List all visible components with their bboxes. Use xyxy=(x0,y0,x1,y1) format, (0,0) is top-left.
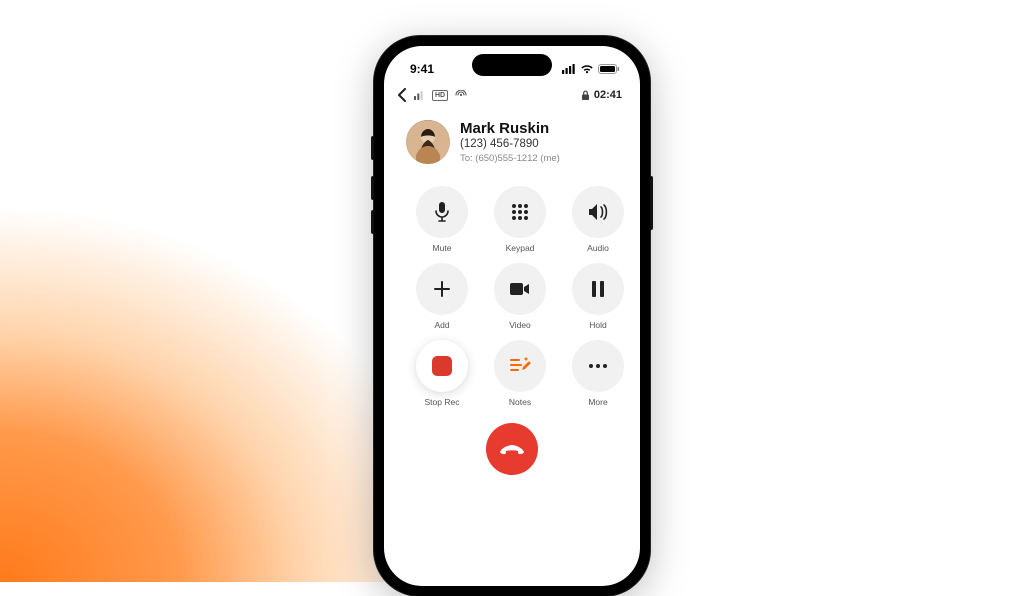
notes-icon xyxy=(509,356,531,376)
add-button[interactable] xyxy=(416,263,468,315)
notes-label: Notes xyxy=(509,397,531,407)
phone-frame: 9:41 HD xyxy=(374,36,650,596)
audio-label: Audio xyxy=(587,243,609,253)
mic-icon xyxy=(432,201,452,223)
nav-right: 02:41 xyxy=(581,89,622,101)
stop-rec-action: Stop Rec xyxy=(410,340,474,407)
hd-badge: HD xyxy=(432,90,448,101)
mute-button[interactable] xyxy=(416,186,468,238)
stop-record-icon xyxy=(432,356,452,376)
end-call-row xyxy=(384,407,640,475)
caller-text: Mark Ruskin (123) 456-7890 To: (650)555-… xyxy=(460,120,560,164)
plus-icon xyxy=(432,279,452,299)
audio-action: Audio xyxy=(566,186,630,253)
more-action: More xyxy=(566,340,630,407)
video-label: Video xyxy=(509,320,531,330)
keypad-icon xyxy=(510,202,530,222)
keypad-action: Keypad xyxy=(488,186,552,253)
video-icon xyxy=(509,281,531,297)
action-grid: Mute Keypad xyxy=(384,172,640,407)
nav-left: HD xyxy=(396,88,468,102)
wifi-icon xyxy=(580,64,594,74)
end-call-button[interactable] xyxy=(486,423,538,475)
hold-button[interactable] xyxy=(572,263,624,315)
nav-bar: HD 02:41 xyxy=(384,82,640,106)
keypad-label: Keypad xyxy=(506,243,535,253)
caller-card: Mark Ruskin (123) 456-7890 To: (650)555-… xyxy=(384,106,640,172)
lock-icon xyxy=(581,90,590,101)
back-button[interactable] xyxy=(396,88,408,102)
pause-icon xyxy=(590,280,606,298)
audio-route-icon xyxy=(454,90,468,100)
stop-rec-label: Stop Rec xyxy=(425,397,460,407)
screen: 9:41 HD xyxy=(384,46,640,586)
more-icon xyxy=(588,363,608,369)
caller-phone: (123) 456-7890 xyxy=(460,138,560,150)
notes-action: Notes xyxy=(488,340,552,407)
video-button[interactable] xyxy=(494,263,546,315)
call-duration: 02:41 xyxy=(594,89,622,101)
status-right xyxy=(562,64,620,74)
audio-button[interactable] xyxy=(572,186,624,238)
more-button[interactable] xyxy=(572,340,624,392)
battery-icon xyxy=(598,64,620,74)
cellular-icon xyxy=(562,64,576,74)
add-label: Add xyxy=(434,320,449,330)
keypad-button[interactable] xyxy=(494,186,546,238)
add-action: Add xyxy=(410,263,474,330)
hold-label: Hold xyxy=(589,320,606,330)
caller-to-line: To: (650)555-1212 (me) xyxy=(460,153,560,164)
hangup-icon xyxy=(498,442,526,456)
notes-button[interactable] xyxy=(494,340,546,392)
status-time: 9:41 xyxy=(410,62,434,76)
stop-rec-button[interactable] xyxy=(416,340,468,392)
caller-name: Mark Ruskin xyxy=(460,120,560,137)
video-action: Video xyxy=(488,263,552,330)
dynamic-island xyxy=(472,54,552,76)
more-label: More xyxy=(588,397,607,407)
mute-label: Mute xyxy=(433,243,452,253)
signal-strength-icon xyxy=(414,90,426,100)
mute-action: Mute xyxy=(410,186,474,253)
caller-avatar xyxy=(406,120,450,164)
hold-action: Hold xyxy=(566,263,630,330)
speaker-icon xyxy=(587,202,609,222)
